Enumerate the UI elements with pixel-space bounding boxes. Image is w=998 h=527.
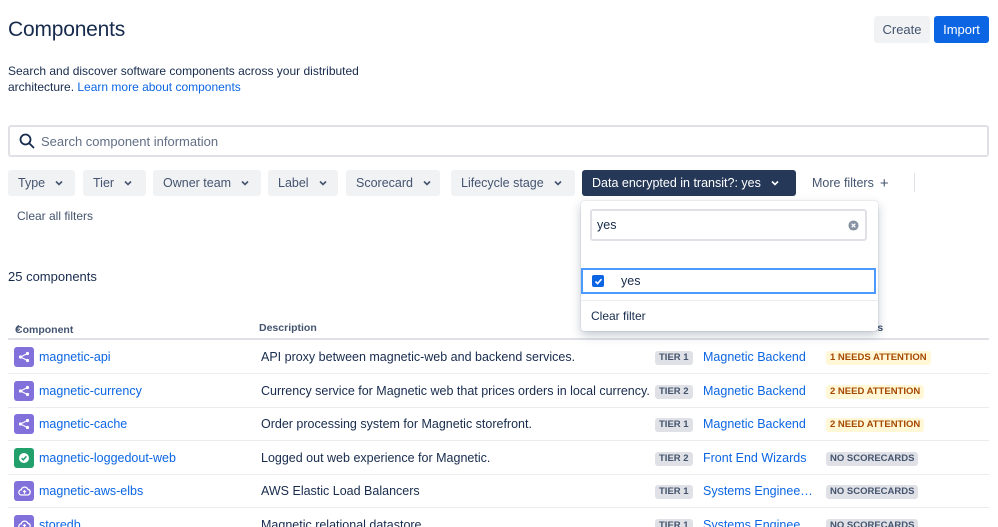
owner-team-link[interactable]: Magnetic Backend [703, 417, 815, 431]
filter-label: Lifecycle stage [461, 176, 544, 190]
filter-type[interactable]: Type [8, 170, 75, 196]
dropdown-divider [581, 300, 878, 301]
cloud-icon [14, 514, 34, 527]
tier-badge: TIER 1 [655, 485, 693, 499]
component-name-link[interactable]: magnetic-aws-elbs [39, 484, 143, 498]
scorecard-badge: 1 NEEDS ATTENTION [826, 351, 931, 365]
service-icon [14, 347, 34, 367]
create-button[interactable]: Create [874, 16, 930, 43]
owner-team-link[interactable]: Systems Engineering [703, 484, 815, 498]
option-label: yes [621, 274, 641, 288]
tier-badge: TIER 1 [655, 518, 693, 527]
owner-team-link[interactable]: Systems Engineering [703, 518, 815, 527]
owner-team-link[interactable]: Magnetic Backend [703, 350, 815, 364]
filter-label: Scorecard [356, 176, 413, 190]
owner-team-link[interactable]: Front End Wizards [703, 451, 815, 465]
chevron-down-icon [241, 180, 249, 186]
tier-badge: TIER 1 [655, 418, 693, 432]
component-name-link[interactable]: magnetic-api [39, 350, 111, 364]
component-description: Currency service for Magnetic web that p… [261, 383, 650, 398]
column-header-description: Description [259, 322, 317, 334]
tier-badge: TIER 2 [655, 384, 693, 399]
chevron-down-icon [319, 180, 327, 186]
chevron-down-icon [771, 180, 779, 186]
learn-more-link[interactable]: Learn more about components [77, 80, 240, 94]
scorecard-badge: NO SCORECARDS [826, 518, 919, 527]
dropdown-option-yes[interactable]: yes [581, 268, 876, 294]
filter-label: Data encrypted in transit?: yes [592, 176, 761, 190]
tier-badge: TIER 2 [655, 451, 693, 466]
import-button[interactable]: Import [934, 16, 989, 43]
more-filters-label: More filters [812, 176, 874, 190]
page-title: Components [8, 18, 126, 41]
component-description: API proxy between magnetic-web and backe… [261, 350, 576, 364]
filter-data-encrypted[interactable]: Data encrypted in transit?: yes [582, 170, 796, 196]
scorecard-badge: 2 NEED ATTENTION [826, 418, 925, 432]
service-icon [14, 414, 34, 434]
cloud-icon [14, 481, 34, 501]
chevron-down-icon [554, 180, 562, 186]
component-name-link[interactable]: magnetic-currency [39, 384, 142, 398]
service-icon [14, 380, 34, 401]
clear-all-filters-button[interactable]: Clear all filters [17, 209, 93, 223]
table-row[interactable]: magnetic-loggedout-web Logged out web exp… [8, 441, 989, 475]
filter-label-filter[interactable]: Label [268, 170, 338, 196]
scorecard-badge: NO SCORECARDS [826, 485, 919, 499]
search-icon [19, 133, 35, 149]
table-row[interactable]: magnetic-aws-elbs AWS Elastic Load Balanc… [8, 474, 989, 508]
filter-label: Tier [93, 176, 115, 190]
filter-label: Owner team [163, 176, 232, 190]
owner-team-link[interactable]: Magnetic Backend [703, 384, 815, 398]
table-row[interactable]: magnetic-currency Currency service for Ma… [8, 374, 989, 408]
component-description: AWS Elastic Load Balancers [261, 484, 420, 498]
more-filters-button[interactable]: More filters + [812, 170, 889, 196]
filter-owner-team[interactable]: Owner team [153, 170, 261, 196]
scorecard-badge: NO SCORECARDS [826, 451, 919, 466]
chevron-down-icon [55, 180, 63, 186]
component-description: Order processing system for Magnetic sto… [261, 417, 532, 431]
tier-badge: TIER 1 [655, 351, 693, 365]
clear-filter-button[interactable]: Clear filter [591, 309, 646, 323]
search-input[interactable] [41, 133, 987, 149]
divider [914, 173, 915, 192]
table-row[interactable]: magnetic-api API proxy between magnetic-w… [8, 340, 989, 374]
chevron-down-icon [124, 180, 132, 186]
chevron-down-icon [423, 180, 431, 186]
components-count: 25 components [8, 269, 97, 284]
dropdown-search-field[interactable] [590, 209, 867, 241]
filter-tier[interactable]: Tier [83, 170, 146, 196]
search-bar[interactable] [8, 125, 989, 157]
component-name-link[interactable]: storedb [39, 518, 81, 527]
component-name-link[interactable]: magnetic-cache [39, 417, 127, 431]
app-icon [14, 447, 34, 468]
filter-lifecycle-stage[interactable]: Lifecycle stage [451, 170, 575, 196]
filter-label: Type [18, 176, 46, 190]
filter-dropdown: yes Clear filter [581, 201, 878, 331]
table-row[interactable]: storedb Magnetic relational datastore TIER… [8, 508, 989, 527]
component-name-link[interactable]: magnetic-loggedout-web [39, 451, 176, 465]
plus-icon: + [879, 174, 889, 192]
clear-icon[interactable] [848, 219, 859, 231]
filter-label: Label [278, 176, 309, 190]
checkbox-checked-icon[interactable] [592, 275, 604, 287]
dropdown-search-input[interactable] [597, 218, 848, 232]
filter-scorecard[interactable]: Scorecard [346, 170, 440, 196]
table-row[interactable]: magnetic-cache Order processing system fo… [8, 407, 989, 441]
component-description: Logged out web experience for Magnetic. [261, 450, 491, 465]
scorecard-badge: 2 NEED ATTENTION [826, 384, 925, 399]
intro-text: Search and discover software components … [8, 63, 388, 95]
component-description: Magnetic relational datastore [261, 517, 422, 527]
sort-icon: ⇕ [15, 324, 22, 333]
